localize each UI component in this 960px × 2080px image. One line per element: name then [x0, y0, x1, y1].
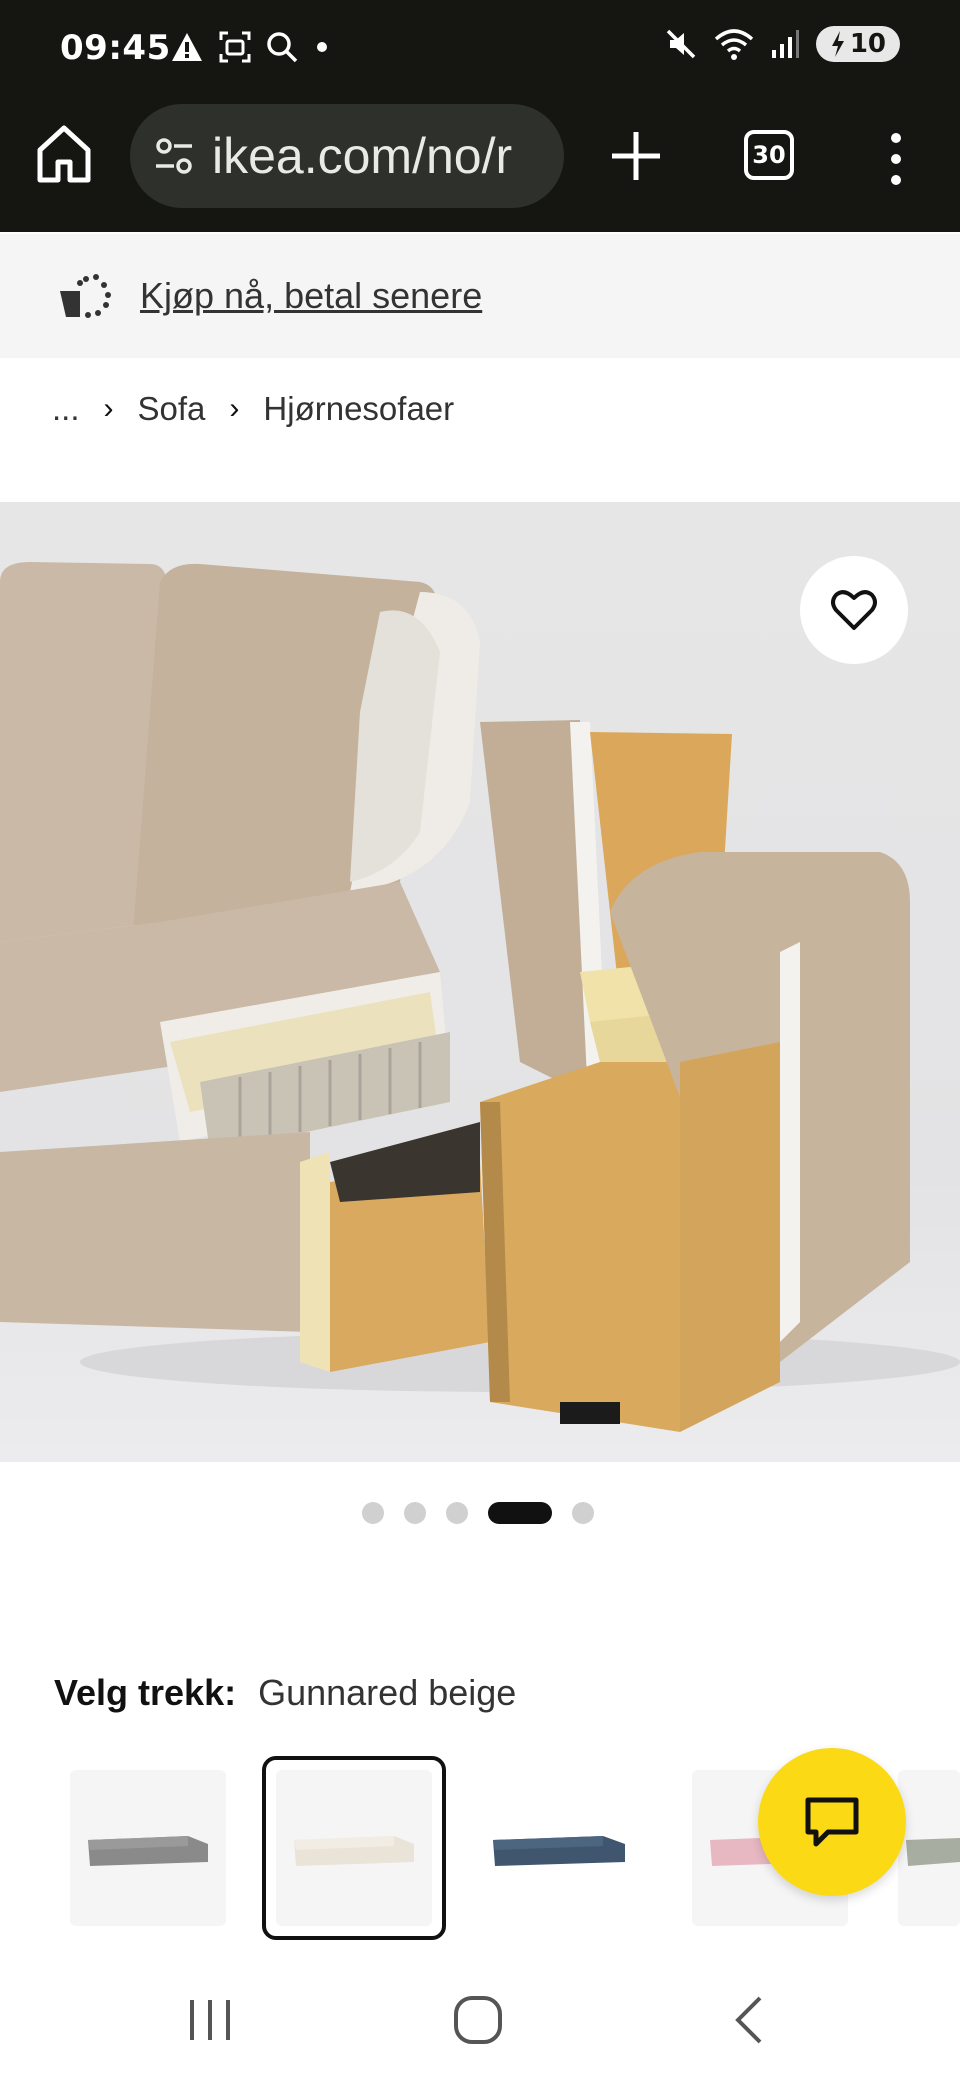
sofa-thumbnail — [493, 1836, 625, 1866]
home-circle-icon[interactable] — [448, 1990, 508, 2050]
screenshot-icon — [219, 31, 251, 63]
cover-option-grey[interactable] — [70, 1770, 226, 1926]
slide-dot-1[interactable] — [362, 1502, 384, 1524]
cover-selection: Velg trekk: Gunnared beige — [54, 1672, 516, 1714]
tab-count: 30 — [752, 141, 786, 169]
breadcrumb-item-corner-sofas[interactable]: Hjørnesofaer — [263, 390, 454, 428]
site-settings-icon[interactable] — [154, 136, 194, 176]
back-icon[interactable] — [720, 1990, 780, 2050]
dot-icon — [317, 42, 327, 52]
status-icons-right: 10 — [664, 26, 900, 62]
battery-level: 10 — [849, 29, 886, 59]
status-bar: 09:45 10 — [0, 0, 960, 96]
slide-dot-3[interactable] — [446, 1502, 468, 1524]
mute-icon — [666, 29, 696, 59]
heart-icon — [831, 590, 877, 630]
address-bar[interactable]: ikea.com/no/r — [130, 104, 564, 208]
alert-icon — [172, 33, 202, 61]
url-text: ikea.com/no/r — [212, 128, 513, 184]
recents-icon[interactable] — [180, 1990, 240, 2050]
charging-icon — [831, 31, 844, 57]
chat-button[interactable] — [758, 1748, 906, 1896]
browser-toolbar: ikea.com/no/r 30 — [0, 96, 960, 232]
wifi-icon — [714, 29, 753, 60]
image-pagination — [362, 1502, 594, 1524]
sofa-thumbnail — [906, 1838, 960, 1866]
favorite-button[interactable] — [800, 556, 908, 664]
sofa-thumbnail — [88, 1836, 208, 1866]
chevron-right-icon: › — [103, 392, 114, 425]
breadcrumb-item-sofa[interactable]: Sofa — [138, 390, 206, 428]
breadcrumb: ... › Sofa › Hjørnesofaer — [52, 390, 454, 428]
plus-icon[interactable] — [608, 128, 664, 184]
signal-icon — [771, 30, 799, 58]
status-icons-left — [170, 30, 332, 64]
slide-dot-4-active[interactable] — [488, 1502, 552, 1524]
system-nav-bar — [0, 1960, 960, 2080]
chat-icon — [805, 1797, 859, 1847]
breadcrumb-ellipsis[interactable]: ... — [52, 390, 80, 428]
home-icon[interactable] — [36, 124, 92, 184]
cover-label: Velg trekk: — [54, 1672, 237, 1713]
cover-option-blue[interactable] — [482, 1770, 638, 1926]
cover-option-green-grey[interactable] — [898, 1770, 960, 1926]
search-icon — [267, 32, 298, 63]
battery-icon: 10 — [815, 26, 900, 62]
slide-dot-2[interactable] — [404, 1502, 426, 1524]
status-time: 09:45 — [60, 28, 171, 68]
chevron-right-icon: › — [229, 392, 240, 425]
pay-later-link[interactable]: Kjøp nå, betal senere — [140, 275, 482, 317]
tabs-icon[interactable]: 30 — [744, 130, 794, 180]
cover-value: Gunnared beige — [258, 1672, 517, 1713]
more-vert-icon[interactable] — [880, 132, 912, 186]
promo-banner: Kjøp nå, betal senere — [0, 234, 960, 358]
slide-dot-5[interactable] — [572, 1502, 594, 1524]
selected-frame — [262, 1756, 446, 1940]
cart-dots-icon — [60, 274, 111, 318]
